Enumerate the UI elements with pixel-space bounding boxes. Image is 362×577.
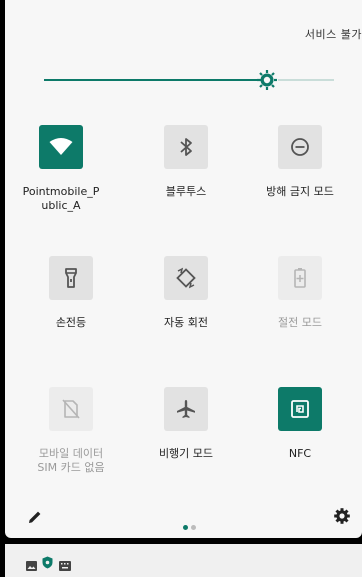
tile-label-wifi: Pointmobile_Public_A bbox=[22, 185, 100, 212]
airplane-icon bbox=[164, 387, 208, 431]
wifi-icon bbox=[39, 125, 83, 169]
auto-rotate-icon bbox=[164, 256, 208, 300]
brightness-thumb-icon[interactable] bbox=[256, 69, 278, 91]
edit-pencil-icon[interactable] bbox=[27, 509, 43, 529]
tile-label-airplane: 비행기 모드 bbox=[158, 447, 214, 460]
nfc-icon bbox=[278, 387, 322, 431]
mobile-data-icon bbox=[49, 387, 93, 431]
tile-label-nfc: NFC bbox=[288, 447, 312, 460]
image-icon bbox=[26, 556, 37, 575]
background-bar bbox=[5, 544, 362, 577]
tile-label-bluetooth: 블루투스 bbox=[165, 185, 207, 198]
page-dot-active bbox=[183, 525, 188, 530]
tile-label-battery-saver: 절전 모드 bbox=[278, 316, 322, 329]
gear-icon[interactable] bbox=[333, 507, 351, 529]
tile-label-auto-rotate: 자동 회전 bbox=[164, 316, 208, 329]
shield-icon bbox=[42, 554, 53, 573]
flashlight-icon bbox=[49, 256, 93, 300]
brightness-slider[interactable] bbox=[44, 69, 334, 93]
status-text: 서비스 불가 bbox=[304, 28, 362, 41]
battery-saver-icon bbox=[278, 256, 322, 300]
quick-settings-panel: 서비스 불가 Pointmobile_Public_A 블루투스 방해 금지 모… bbox=[5, 0, 362, 538]
page-dot bbox=[191, 525, 196, 530]
tile-label-flashlight: 손전등 bbox=[55, 316, 87, 329]
tile-label-mobile-data: 모바일 데이터 SIM 카드 없음 bbox=[37, 447, 105, 474]
brightness-track bbox=[278, 79, 334, 81]
tile-label-do-not-disturb: 방해 금지 모드 bbox=[266, 185, 334, 198]
do-not-disturb-icon bbox=[278, 125, 322, 169]
page-indicator bbox=[183, 515, 199, 534]
bluetooth-icon bbox=[164, 125, 208, 169]
keyboard-icon bbox=[59, 556, 71, 575]
brightness-track-fill bbox=[44, 79, 268, 81]
